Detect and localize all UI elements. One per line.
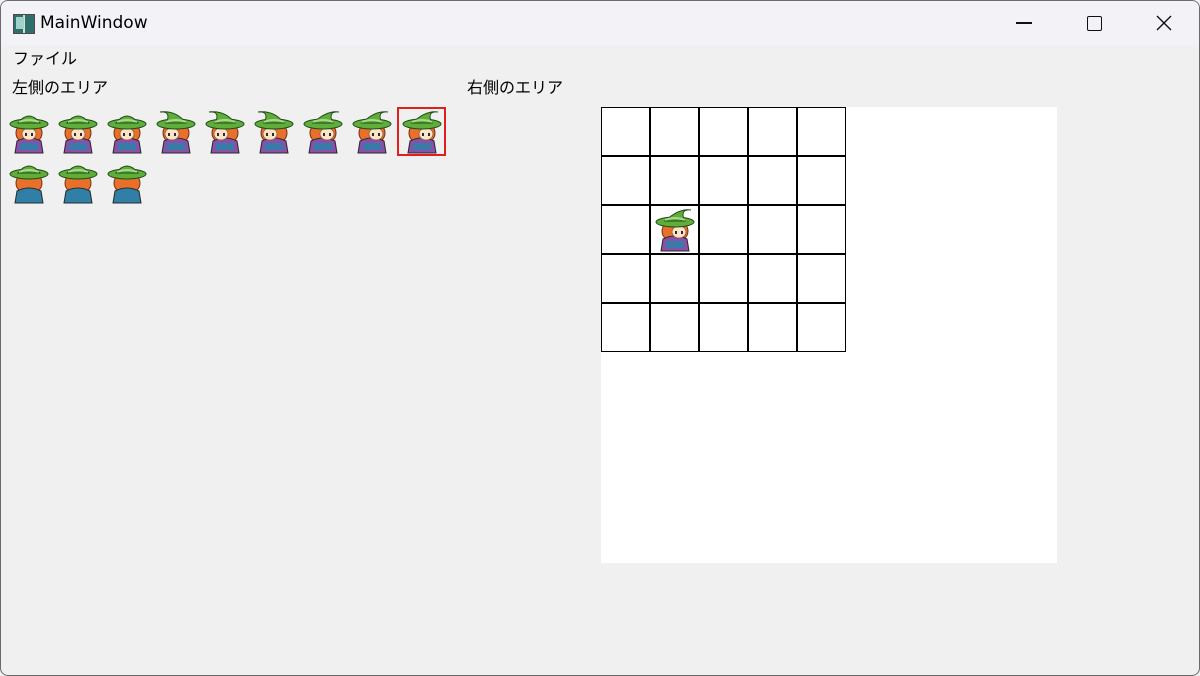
sprite-tile[interactable]	[201, 107, 250, 156]
grid-cell[interactable]	[650, 303, 699, 352]
grid-cell[interactable]	[650, 205, 699, 254]
grid-cell[interactable]	[748, 205, 797, 254]
close-icon	[1156, 15, 1172, 31]
sprite-tile[interactable]	[5, 157, 54, 206]
grid-cell[interactable]	[748, 254, 797, 303]
grid-cell[interactable]	[797, 303, 846, 352]
menu-file[interactable]: ファイル	[13, 49, 77, 69]
grid-cell[interactable]	[601, 205, 650, 254]
maximize-button[interactable]	[1059, 1, 1129, 45]
witch-sprite-icon	[107, 115, 147, 154]
main-window: MainWindow ファイル 左側のエリア 右側のエリア	[0, 0, 1200, 676]
map-grid	[601, 107, 846, 352]
grid-cell[interactable]	[601, 156, 650, 205]
sprite-tile[interactable]	[299, 107, 348, 156]
grid-cell[interactable]	[601, 254, 650, 303]
menu-bar: ファイル	[1, 45, 1199, 71]
right-area-label: 右側のエリア	[467, 78, 564, 97]
grid-cell[interactable]	[797, 254, 846, 303]
sprite-tile[interactable]	[5, 107, 54, 156]
sprite-tile[interactable]	[152, 107, 201, 156]
sprite-tile[interactable]	[103, 107, 152, 156]
app-icon	[13, 14, 35, 34]
witch-sprite-icon	[402, 111, 442, 154]
grid-cell[interactable]	[650, 107, 699, 156]
grid-cell[interactable]	[797, 156, 846, 205]
grid-cell[interactable]	[797, 205, 846, 254]
witch-sprite-icon	[9, 115, 49, 154]
witch-sprite-icon	[303, 111, 343, 154]
witch-sprite-icon	[205, 111, 245, 154]
witch-sprite-icon	[107, 165, 147, 204]
grid-cell[interactable]	[601, 303, 650, 352]
sprite-tile[interactable]	[348, 107, 397, 156]
placed-sprite-icon	[655, 209, 695, 252]
witch-sprite-icon	[9, 165, 49, 204]
window-title: MainWindow	[40, 13, 148, 33]
sprite-tile[interactable]	[54, 157, 103, 206]
sprite-tile[interactable]	[250, 107, 299, 156]
title-bar[interactable]: MainWindow	[1, 1, 1199, 45]
sprite-palette	[5, 107, 446, 209]
grid-cell[interactable]	[699, 303, 748, 352]
grid-cell[interactable]	[748, 107, 797, 156]
grid-cell[interactable]	[699, 156, 748, 205]
grid-cell[interactable]	[748, 303, 797, 352]
sprite-tile[interactable]	[54, 107, 103, 156]
witch-sprite-icon	[254, 111, 294, 154]
grid-cell[interactable]	[748, 156, 797, 205]
grid-cell[interactable]	[797, 107, 846, 156]
witch-sprite-icon	[58, 115, 98, 154]
grid-cell[interactable]	[699, 107, 748, 156]
grid-cell[interactable]	[601, 107, 650, 156]
minimize-button[interactable]	[989, 1, 1059, 45]
map-canvas[interactable]	[601, 107, 1057, 563]
close-button[interactable]	[1129, 1, 1199, 45]
sprite-tile[interactable]	[397, 107, 446, 156]
minimize-icon	[1016, 22, 1032, 24]
witch-sprite-icon	[352, 111, 392, 154]
sprite-tile[interactable]	[103, 157, 152, 206]
grid-cell[interactable]	[650, 156, 699, 205]
witch-sprite-icon	[58, 165, 98, 204]
left-area-label: 左側のエリア	[12, 78, 109, 97]
grid-cell[interactable]	[650, 254, 699, 303]
maximize-icon	[1086, 15, 1102, 31]
witch-sprite-icon	[156, 111, 196, 154]
grid-cell[interactable]	[699, 254, 748, 303]
grid-cell[interactable]	[699, 205, 748, 254]
